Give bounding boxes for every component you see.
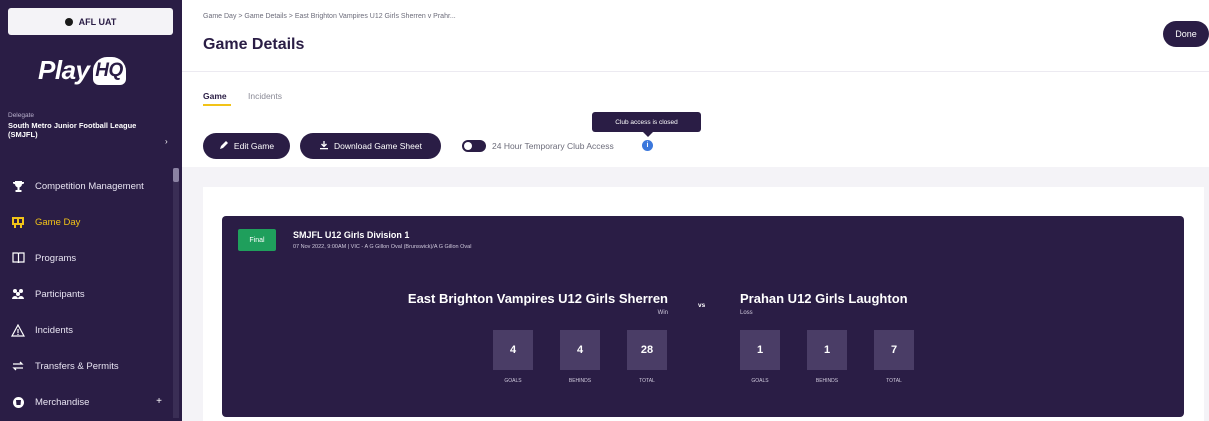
sidebar-nav: Competition Management Game Day Programs… [0, 168, 182, 420]
sidebar: AFL UAT Play HQ Delegate South Metro Jun… [0, 0, 182, 421]
header-divider [182, 71, 1209, 72]
game-card: Final SMJFL U12 Girls Division 1 07 Nov … [222, 216, 1184, 417]
versus-label: vs [698, 302, 706, 309]
breadcrumb[interactable]: Game Day > Game Details > East Brighton … [203, 13, 456, 20]
book-icon [11, 251, 25, 265]
done-button[interactable]: Done [1163, 21, 1209, 47]
warning-icon [11, 323, 25, 337]
playhq-logo[interactable]: Play HQ [38, 55, 126, 86]
away-behinds-score: 1 [807, 330, 847, 370]
away-team-name: Prahan U12 Girls Laughton [740, 291, 908, 306]
home-total-score: 28 [627, 330, 667, 370]
away-behinds-label: BEHINDS [815, 378, 839, 384]
sidebar-item-label: Merchandise [35, 396, 90, 408]
tab-game[interactable]: Game [203, 91, 227, 101]
competition-name: SMJFL U12 Girls Division 1 [293, 230, 410, 240]
sidebar-item-label: Game Day [35, 216, 81, 228]
transfer-icon [11, 359, 25, 373]
download-game-sheet-label: Download Game Sheet [334, 141, 422, 151]
home-goals-score: 4 [493, 330, 533, 370]
logo-text: Play [38, 55, 90, 85]
away-goals-score: 1 [740, 330, 780, 370]
edit-game-label: Edit Game [233, 141, 275, 151]
sidebar-item-label: Incidents [35, 324, 74, 336]
logo-badge: HQ [92, 56, 126, 85]
sidebar-item-incidents[interactable]: Incidents [0, 312, 182, 348]
environment-dot-icon [64, 17, 73, 26]
tooltip-arrow [643, 132, 653, 137]
trophy-icon [11, 179, 25, 193]
game-meta: 07 Nov 2022, 9:00AM | VIC - A G Gillon O… [293, 244, 472, 250]
sidebar-scrollbar[interactable] [173, 168, 179, 418]
home-behinds-label: BEHINDS [568, 378, 592, 384]
pencil-icon [219, 140, 229, 152]
away-goals-label: GOALS [751, 378, 769, 384]
club-access-tooltip: Club access is closed [592, 112, 701, 132]
scoreboard-icon [11, 215, 25, 229]
environment-label: AFL UAT [78, 16, 117, 27]
tab-incidents[interactable]: Incidents [248, 91, 282, 101]
sidebar-item-transfers-permits[interactable]: Transfers & Permits [0, 348, 182, 384]
chevron-right-icon[interactable]: › [165, 137, 168, 146]
sidebar-item-label: Programs [35, 252, 77, 264]
sidebar-item-merchandise[interactable]: Merchandise + [0, 384, 182, 420]
away-team-result: Loss [740, 310, 753, 316]
status-badge: Final [238, 229, 276, 251]
active-tab-indicator [203, 104, 231, 106]
edit-game-button[interactable]: Edit Game [203, 133, 290, 159]
sidebar-item-programs[interactable]: Programs [0, 240, 182, 276]
temporary-club-access-label: 24 Hour Temporary Club Access [492, 141, 614, 151]
sidebar-item-label: Transfers & Permits [35, 360, 119, 372]
sidebar-item-competition-management[interactable]: Competition Management [0, 168, 182, 204]
environment-badge: AFL UAT [8, 8, 173, 35]
info-icon[interactable]: i [642, 140, 653, 151]
temporary-club-access-toggle[interactable] [462, 140, 486, 152]
merchandise-icon [11, 395, 25, 409]
organisation-label: Delegate [8, 112, 35, 119]
organisation-selector[interactable]: South Metro Junior Football League (SMJF… [8, 121, 160, 140]
home-team-name: East Brighton Vampires U12 Girls Sherren [407, 291, 668, 306]
page-title: Game Details [203, 36, 305, 53]
download-game-sheet-button[interactable]: Download Game Sheet [300, 133, 441, 159]
away-total-score: 7 [874, 330, 914, 370]
away-total-label: TOTAL [886, 378, 902, 384]
sidebar-scrollbar-thumb[interactable] [173, 168, 179, 182]
home-goals-label: GOALS [504, 378, 522, 384]
people-icon [11, 287, 25, 301]
sidebar-item-label: Competition Management [35, 180, 144, 192]
home-team-result: Win [657, 310, 668, 316]
sidebar-item-participants[interactable]: Participants [0, 276, 182, 312]
sidebar-item-label: Participants [35, 288, 85, 300]
home-total-label: TOTAL [639, 378, 655, 384]
plus-icon[interactable]: + [156, 396, 162, 407]
home-behinds-score: 4 [560, 330, 600, 370]
download-icon [319, 140, 329, 152]
sidebar-item-game-day[interactable]: Game Day [0, 204, 182, 240]
toggle-knob [464, 142, 472, 150]
